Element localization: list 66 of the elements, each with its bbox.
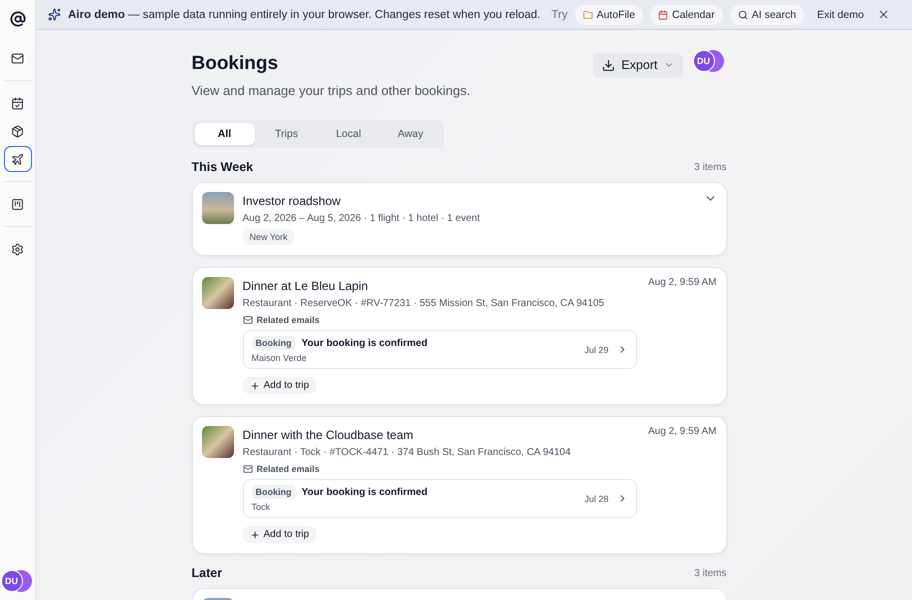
- export-button[interactable]: Export: [593, 52, 682, 78]
- booking-details: Restaurant · Tock · #TOCK-4471 · 374 Bush St, San Francisco, CA 94104: [242, 447, 571, 458]
- photo-placeholder: [202, 277, 234, 309]
- exit-demo-link[interactable]: Exit demo: [817, 8, 864, 20]
- close-icon[interactable]: [876, 8, 890, 21]
- app-logo-icon[interactable]: [10, 11, 26, 27]
- email-row[interactable]: Booking Your booking is confirmed Tock Jul 28: [242, 479, 636, 518]
- mail-icon: [242, 464, 252, 474]
- plus-icon: [250, 380, 260, 390]
- download-icon: [602, 58, 616, 72]
- filter-tab[interactable]: Local: [318, 123, 378, 145]
- email-date: Jul 29: [584, 344, 608, 354]
- add-to-trip-button[interactable]: Add to trip: [242, 526, 316, 543]
- user-avatar[interactable]: DU: [0, 570, 22, 592]
- trip-card[interactable]: Investor roadshow Aug 2, 2026 – Aug 5, 2026 · 1 flight · 1 hotel · 1 event New York: [192, 182, 726, 256]
- email-subject: Your booking is confirmed: [302, 486, 428, 498]
- category-label: Booking: [252, 485, 296, 499]
- plus-icon: [250, 530, 260, 540]
- item-count: 3 items: [694, 162, 726, 172]
- booking-time: Aug 2, 9:59 AM: [648, 426, 716, 439]
- page-title: Bookings: [192, 53, 280, 75]
- mail-icon: [11, 52, 24, 64]
- calendar-icon: [658, 10, 668, 20]
- plane-icon: [11, 152, 24, 166]
- user-avatar[interactable]: DU: [692, 50, 714, 72]
- sidebar-item[interactable]: [4, 146, 32, 172]
- trip-title: Investor roadshow: [242, 194, 341, 208]
- demo-banner-text: Airo demo — sample data running entirely in your browser. Changes reset when you reload.: [68, 8, 540, 20]
- demo-action-button[interactable]: Calendar: [650, 4, 723, 24]
- booking-card[interactable]: Dinner with the Cloudbase team Restaurant · Tock · #TOCK-4471 · 374 Bush St, San Francisco, CA 94104 Related emails Booking Your booking is confirmed Tock Jul 28 Add to trip Aug 2, 9:59 AM: [192, 416, 726, 554]
- photo-placeholder: [202, 426, 234, 458]
- booking-title: Dinner with the Cloudbase team: [242, 428, 414, 442]
- section-title: This Week: [192, 160, 254, 174]
- location-tag: New York: [242, 229, 295, 245]
- package-icon: [11, 124, 24, 138]
- booking-details: Restaurant · ReserveOK · #RV-77231 · 555 Mission St, San Francisco, CA 94105: [242, 298, 604, 309]
- trip-details: Aug 2, 2026 – Aug 5, 2026 · 1 flight · 1 hotel · 1 event: [242, 213, 480, 224]
- related-emails-label: Related emails: [256, 315, 320, 325]
- add-to-trip-button[interactable]: Add to trip: [242, 377, 316, 394]
- filter-tab[interactable]: Trips: [256, 123, 316, 145]
- item-count: 3 items: [694, 568, 726, 578]
- page-subtitle: View and manage your trips and other bookings.: [192, 83, 470, 98]
- board-icon: [11, 198, 24, 210]
- demo-action-button[interactable]: AutoFile: [574, 4, 644, 24]
- photo-placeholder: [202, 192, 234, 224]
- filter-tab[interactable]: Away: [380, 123, 440, 145]
- booking-time: Aug 2, 9:59 AM: [648, 277, 716, 290]
- email-date: Jul 28: [584, 494, 608, 504]
- email-sender: Tock: [252, 502, 272, 512]
- settings-icon: [11, 242, 24, 256]
- booking-title: Dinner at Le Bleu Lapin: [242, 279, 368, 293]
- related-emails-label: Related emails: [256, 464, 320, 474]
- try-label: Try: [551, 8, 568, 20]
- demo-action-button[interactable]: AI search: [730, 4, 804, 24]
- sparkles-icon: [48, 8, 61, 21]
- email-sender: Maison Verde: [252, 353, 308, 363]
- filter-tab[interactable]: All: [194, 123, 254, 145]
- folder-icon: [582, 10, 593, 20]
- calendar-icon: [11, 96, 24, 110]
- email-subject: Your booking is confirmed: [302, 338, 428, 348]
- mail-icon: [242, 315, 252, 325]
- email-row[interactable]: Booking Your booking is confirmed Maison Verde Jul 29: [242, 330, 636, 369]
- booking-card[interactable]: Dinner at Le Bleu Lapin Restaurant · ReserveOK · #RV-77231 · 555 Mission St, San Francisco, CA 94105 Related emails Booking Your booking is confirmed Maison Verde Jul 29 Add to trip Aug 2, 9:59 AM: [192, 267, 726, 405]
- section-title: Later: [192, 566, 222, 580]
- category-label: Booking: [252, 336, 296, 350]
- search-icon: [738, 10, 748, 20]
